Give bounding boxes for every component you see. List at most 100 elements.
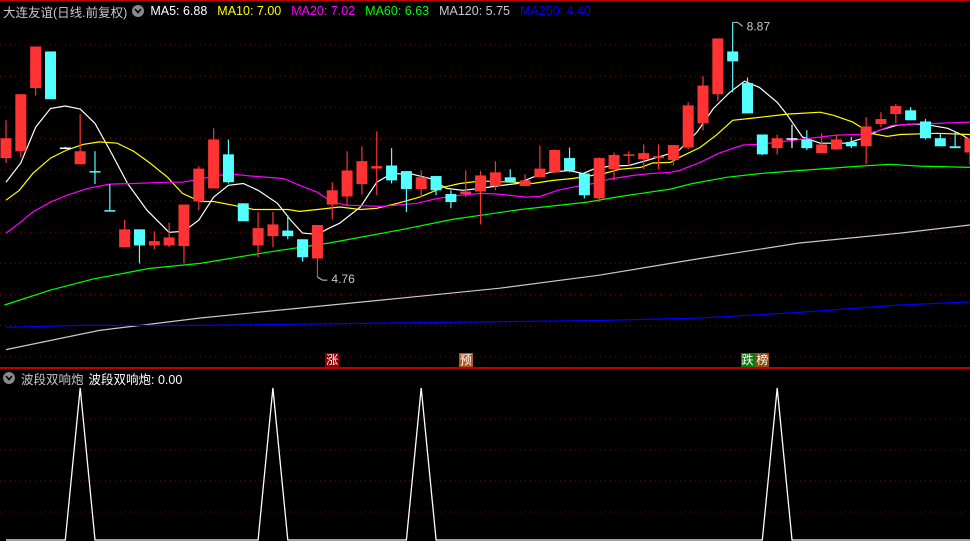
candle-body	[0, 138, 12, 159]
candle	[801, 130, 813, 151]
candle	[74, 114, 86, 165]
candle	[133, 229, 145, 264]
signal-marker[interactable]: 涨	[325, 353, 340, 367]
candle-body	[593, 158, 605, 199]
candle-body	[119, 229, 131, 248]
candle	[653, 144, 665, 170]
candle-body	[148, 241, 160, 246]
candle-body	[193, 168, 205, 202]
ma250-line	[5, 301, 970, 328]
candle	[386, 148, 398, 184]
candle-body	[549, 150, 561, 173]
candle	[964, 138, 970, 165]
candle-body	[830, 139, 842, 150]
candle	[860, 117, 872, 165]
candle-body	[445, 194, 457, 203]
candle-body	[15, 94, 27, 152]
ma20-label: MA20: 7.02	[291, 4, 356, 18]
candle-body	[267, 224, 279, 237]
candle	[0, 120, 12, 164]
candle-body	[252, 228, 264, 246]
candle-body	[964, 138, 970, 153]
candle	[697, 76, 709, 131]
candle-body	[742, 83, 753, 114]
chevron-down-icon[interactable]	[132, 5, 145, 17]
ma250-label: MA250: 4.40	[520, 4, 591, 18]
candle	[252, 211, 264, 258]
candle-body	[489, 172, 501, 186]
ma5-label: MA5: 6.88	[150, 4, 208, 18]
candle	[489, 161, 501, 191]
candle	[208, 128, 220, 189]
signal-marker[interactable]: 预	[458, 353, 473, 367]
candle-body	[727, 51, 739, 62]
indicator-line	[6, 387, 970, 541]
candle	[534, 145, 546, 178]
candle-body	[801, 139, 813, 149]
candle-body	[564, 158, 576, 171]
candle-body	[341, 170, 353, 197]
candle-body	[297, 239, 309, 258]
candle-body	[504, 177, 516, 183]
candle-body	[534, 168, 546, 178]
candle	[371, 131, 383, 196]
ma10-line	[5, 111, 970, 213]
candle-body	[697, 85, 709, 124]
candle	[30, 46, 42, 96]
candle	[549, 149, 561, 173]
candle-body	[771, 138, 783, 149]
candle-body	[208, 139, 220, 189]
candle-body	[326, 190, 338, 205]
candle	[59, 146, 71, 150]
main-chart-header: 大连友谊(日线.前复权) MA5: 6.88 MA10: 7.00 MA20: …	[3, 2, 601, 20]
signal-marker[interactable]: 跌	[740, 353, 755, 367]
candle-body	[133, 229, 145, 246]
candle	[193, 166, 205, 211]
candle	[148, 231, 160, 250]
ma5-line	[5, 80, 970, 235]
candle-body	[638, 153, 650, 160]
candle-body	[786, 138, 798, 140]
indicator-title: 波段双响炮	[21, 372, 84, 387]
price-chart[interactable]: 8.87 4.76	[0, 0, 970, 368]
candle-body	[400, 171, 412, 190]
candle-body	[475, 175, 487, 192]
ma60-label: MA60: 6.63	[365, 4, 430, 18]
candle	[727, 22, 739, 93]
candle	[44, 51, 56, 100]
candle-body	[860, 126, 872, 147]
candle	[756, 134, 768, 155]
candle-body	[460, 191, 472, 195]
stock-title: 大连友谊(日线.前复权)	[3, 5, 128, 20]
candle	[682, 102, 694, 150]
candle	[771, 134, 783, 155]
candle-body	[415, 177, 427, 190]
candle	[222, 139, 234, 184]
candle	[934, 133, 946, 147]
candle-body	[578, 173, 590, 196]
candle	[593, 157, 605, 203]
candle-body	[44, 51, 56, 100]
low-price-label: 4.76	[331, 272, 355, 286]
indicator-chart[interactable]	[0, 369, 970, 541]
candle	[919, 119, 931, 140]
candle	[267, 211, 279, 248]
candle-body	[104, 210, 116, 212]
candle	[282, 215, 294, 240]
candle	[415, 170, 427, 198]
candle	[15, 94, 27, 158]
indicator-value: 波段双响炮: 0.00	[88, 372, 183, 387]
candle-body	[949, 146, 961, 149]
chevron-down-icon[interactable]	[3, 372, 15, 384]
candle	[905, 107, 917, 121]
candle	[89, 151, 101, 185]
high-pointer	[732, 21, 743, 27]
candle-body	[653, 156, 665, 159]
candle	[178, 204, 190, 264]
candle	[712, 38, 724, 102]
signal-marker[interactable]: 榜	[755, 353, 770, 367]
candle	[400, 171, 412, 212]
candle	[578, 173, 590, 199]
candle	[564, 147, 576, 173]
candle-body	[371, 166, 383, 169]
